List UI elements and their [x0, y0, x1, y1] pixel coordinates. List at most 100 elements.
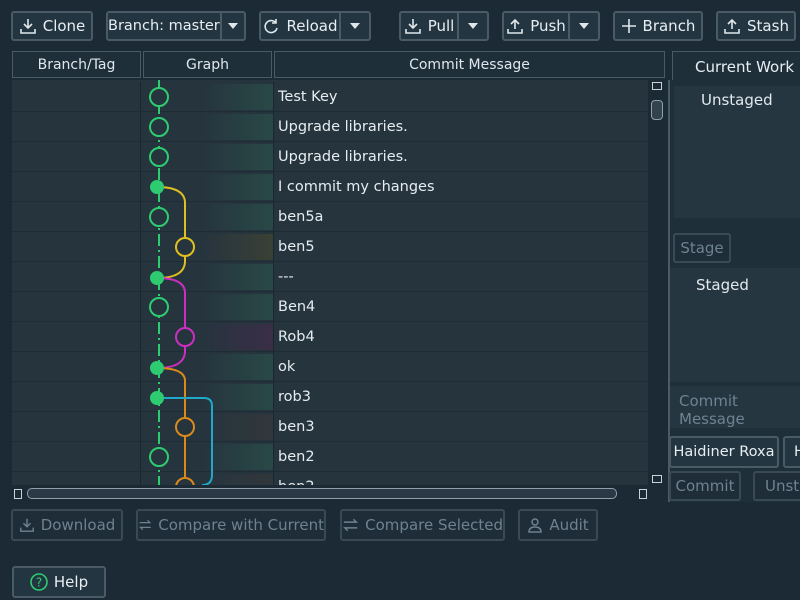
compare-with-current-button[interactable]: Compare with Current	[136, 509, 326, 541]
table-row[interactable]: I commit my changes	[12, 172, 648, 202]
table-row[interactable]: ben5	[12, 232, 648, 262]
commit-node	[175, 417, 195, 437]
stash-button[interactable]: Stash	[716, 11, 796, 41]
chevron-down-icon	[468, 23, 478, 29]
commit-table[interactable]: Test Key Upgrade libraries. Upgrade librar…	[12, 80, 648, 485]
commit-node	[149, 117, 169, 137]
table-row[interactable]: ben5a	[12, 202, 648, 232]
table-row[interactable]: Rob4	[12, 322, 648, 352]
push-label: Push	[530, 17, 566, 35]
scroll-down-arrow[interactable]	[652, 475, 662, 483]
table-row[interactable]: ben2	[12, 472, 648, 485]
unstage-label: Unsta	[765, 477, 800, 495]
commit-message: I commit my changes	[278, 179, 435, 195]
branch-selector[interactable]: Branch: master	[106, 11, 246, 41]
tab-current-work[interactable]: Current Work	[672, 51, 800, 81]
new-branch-button[interactable]: Branch	[613, 11, 703, 41]
unstage-button[interactable]: Unsta	[753, 471, 800, 501]
scroll-up-arrow[interactable]	[652, 82, 662, 90]
scroll-thumb[interactable]	[27, 488, 617, 499]
staged-list[interactable]: Staged	[670, 268, 800, 382]
column-header-commit-message[interactable]: Commit Message	[274, 51, 665, 78]
pull-label: Pull	[427, 17, 455, 35]
committer-button[interactable]: H	[783, 436, 800, 468]
pull-dropdown-button[interactable]	[457, 13, 487, 39]
stage-button[interactable]: Stage	[673, 233, 731, 263]
table-row[interactable]: Upgrade libraries.	[12, 112, 648, 142]
pull-button[interactable]: Pull	[401, 13, 457, 39]
table-row[interactable]: Ben4	[12, 292, 648, 322]
commit-node	[150, 391, 164, 405]
scroll-thumb[interactable]	[651, 100, 663, 120]
commit-message-input[interactable]: Commit Message	[670, 386, 800, 428]
branch-tag-cell	[12, 442, 141, 471]
table-row[interactable]: ben3	[12, 412, 648, 442]
table-row[interactable]: ben2	[12, 442, 648, 472]
commit-message: ben2	[278, 472, 315, 485]
commit-message: ben3	[278, 419, 315, 435]
reload-button[interactable]: Reload	[261, 13, 339, 39]
commit-message: Test Key	[278, 89, 338, 105]
branch-tag-cell	[12, 322, 141, 351]
branch-dropdown-button[interactable]	[219, 13, 244, 39]
scroll-left-arrow[interactable]	[14, 489, 22, 499]
commit-message: ben5a	[278, 209, 324, 225]
table-row[interactable]: ---	[12, 262, 648, 292]
commit-button[interactable]: Commit	[669, 471, 741, 501]
push-button[interactable]: Push	[504, 13, 568, 39]
push-split[interactable]: Push	[502, 11, 600, 41]
table-row[interactable]: rob3	[12, 382, 648, 412]
stash-icon	[724, 18, 740, 34]
commit-node	[175, 327, 195, 347]
pull-split[interactable]: Pull	[399, 11, 489, 41]
unstaged-label: Unstaged	[701, 91, 773, 109]
chevron-down-icon	[350, 23, 360, 29]
table-row[interactable]: ok	[12, 352, 648, 382]
tab-label: Current Work	[695, 57, 795, 76]
branch-tag-cell	[12, 412, 141, 441]
commit-node	[149, 447, 169, 467]
vertical-scrollbar[interactable]	[649, 80, 666, 485]
download-icon	[19, 19, 36, 34]
commit-message: rob3	[278, 389, 311, 405]
table-row[interactable]: Test Key	[12, 82, 648, 112]
reload-label: Reload	[286, 17, 338, 35]
column-header-graph[interactable]: Graph	[143, 51, 272, 78]
commit-message: ok	[278, 359, 296, 375]
audit-button[interactable]: Audit	[518, 509, 598, 541]
commit-node	[150, 180, 164, 194]
push-dropdown-button[interactable]	[568, 13, 598, 39]
reload-dropdown-button[interactable]	[339, 13, 369, 39]
compare-selected-button[interactable]: Compare Selected	[340, 509, 505, 541]
scroll-right-arrow[interactable]	[639, 489, 647, 499]
column-header-branch-tag[interactable]: Branch/Tag	[12, 51, 141, 78]
branch-selector-value: Branch: master	[108, 18, 220, 34]
branch-tag-cell	[12, 352, 141, 381]
download-label: Download	[40, 516, 116, 534]
unstaged-list[interactable]: Unstaged	[674, 86, 800, 218]
author-button[interactable]: Haidiner Roxa	[669, 436, 779, 468]
chevron-down-icon	[579, 23, 589, 29]
table-row[interactable]: Upgrade libraries.	[12, 142, 648, 172]
committer-label: H	[794, 444, 800, 460]
commit-node	[149, 147, 169, 167]
branch-tag-cell	[12, 202, 141, 231]
commit-node	[175, 477, 195, 485]
commit-message: Rob4	[278, 329, 315, 345]
commit-node	[149, 297, 169, 317]
header-label: Branch/Tag	[37, 56, 116, 73]
help-button[interactable]: ? Help	[12, 566, 106, 598]
download-button[interactable]: Download	[11, 509, 123, 541]
author-label: Haidiner Roxa	[673, 444, 775, 460]
reload-split[interactable]: Reload	[259, 11, 371, 41]
commit-message-placeholder: Commit Message	[679, 392, 745, 428]
commit-node	[149, 87, 169, 107]
audit-label: Audit	[549, 516, 589, 534]
help-label: Help	[53, 573, 89, 591]
horizontal-scrollbar[interactable]	[12, 487, 648, 501]
branch-tag-cell	[12, 82, 141, 111]
branch-tag-cell	[12, 142, 141, 171]
header-label: Commit Message	[409, 56, 530, 73]
new-branch-label: Branch	[642, 17, 696, 35]
clone-button[interactable]: Clone	[11, 11, 93, 41]
